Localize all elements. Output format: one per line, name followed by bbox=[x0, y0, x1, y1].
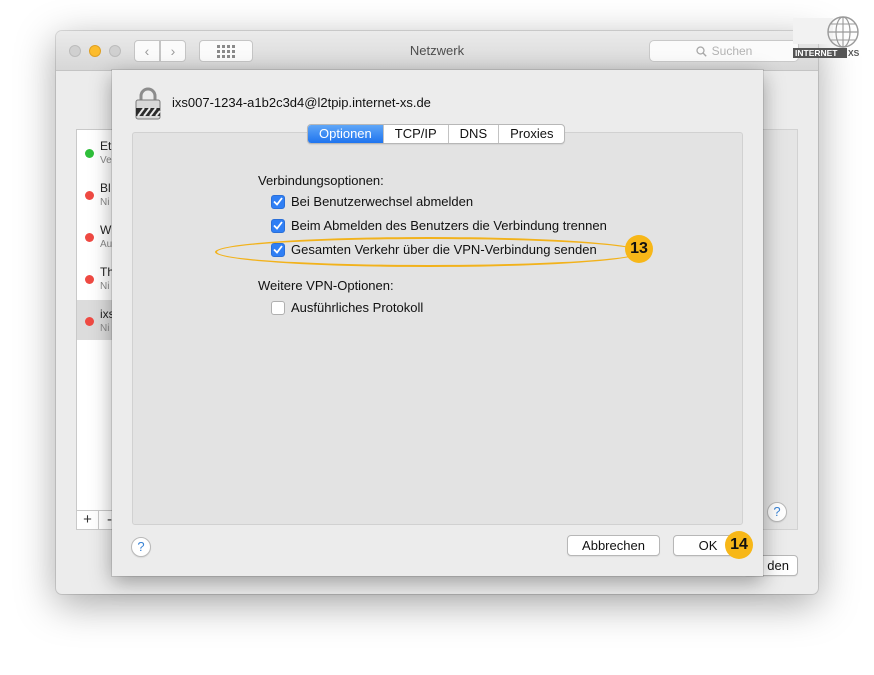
status-dot-icon bbox=[85, 233, 94, 242]
more-vpn-options-heading: Weitere VPN-Optionen: bbox=[258, 278, 394, 293]
option-label: Bei Benutzerwechsel abmelden bbox=[291, 194, 474, 209]
search-icon bbox=[695, 45, 707, 57]
vpn-options-sheet: ixs007-1234-a1b2c3d4@l2tpip.internet-xs.… bbox=[112, 70, 763, 576]
status-dot-icon bbox=[85, 191, 94, 200]
service-status: Ni bbox=[100, 323, 110, 334]
option-disconnect-on-logout[interactable]: Beim Abmelden des Benutzers die Verbindu… bbox=[271, 218, 607, 233]
status-dot-icon bbox=[85, 149, 94, 158]
service-name: Bl bbox=[100, 181, 111, 195]
service-status: Ni bbox=[100, 197, 110, 208]
checkmark-icon bbox=[273, 221, 283, 230]
tab-bar: Optionen TCP/IP DNS Proxies bbox=[307, 124, 566, 144]
status-dot-icon bbox=[85, 275, 94, 284]
help-button[interactable]: ? bbox=[131, 537, 151, 557]
connection-options-heading: Verbindungsoptionen: bbox=[258, 173, 384, 188]
cancel-button[interactable]: Abbrechen bbox=[567, 535, 660, 556]
service-name: Et bbox=[100, 139, 112, 153]
step-badge-14: 14 bbox=[725, 531, 753, 559]
svg-text:XS: XS bbox=[848, 48, 860, 58]
service-name: W bbox=[100, 223, 112, 237]
service-status: Ve bbox=[100, 155, 112, 166]
option-label: Ausführliches Protokoll bbox=[291, 300, 424, 315]
checkbox-checked[interactable] bbox=[271, 218, 285, 233]
detail-pane-edge bbox=[761, 129, 798, 530]
option-label: Beim Abmelden des Benutzers die Verbindu… bbox=[291, 218, 607, 233]
svg-text:INTERNET: INTERNET bbox=[795, 48, 838, 58]
service-status: Ni bbox=[100, 281, 110, 292]
vpn-lock-icon bbox=[135, 87, 161, 120]
add-service-button[interactable]: + bbox=[77, 511, 99, 529]
highlight-ellipse bbox=[215, 237, 642, 267]
checkmark-icon bbox=[273, 197, 283, 206]
vpn-connection-name: ixs007-1234-a1b2c3d4@l2tpip.internet-xs.… bbox=[172, 95, 431, 110]
checkbox-unchecked[interactable] bbox=[271, 300, 285, 315]
titlebar: ‹ › Netzwerk Suchen bbox=[56, 31, 818, 71]
status-dot-icon bbox=[85, 317, 94, 326]
service-status: Au bbox=[100, 239, 113, 250]
search-field[interactable]: Suchen bbox=[649, 40, 799, 62]
option-verbose-logging[interactable]: Ausführliches Protokoll bbox=[271, 300, 423, 315]
screenshot-root: ‹ › Netzwerk Suchen Et Ve Bl Ni W Au Th … bbox=[0, 0, 874, 675]
tab-options[interactable]: Optionen bbox=[308, 125, 383, 143]
help-button[interactable]: ? bbox=[767, 502, 787, 522]
tab-tcpip[interactable]: TCP/IP bbox=[382, 125, 448, 143]
tab-proxies[interactable]: Proxies bbox=[498, 125, 564, 143]
checkbox-checked[interactable] bbox=[271, 194, 285, 209]
option-logout-on-user-switch[interactable]: Bei Benutzerwechsel abmelden bbox=[271, 194, 473, 209]
step-badge-13: 13 bbox=[625, 235, 653, 263]
search-placeholder: Suchen bbox=[711, 44, 753, 58]
tab-dns[interactable]: DNS bbox=[447, 125, 498, 143]
options-panel bbox=[132, 132, 743, 525]
internet-xs-logo: INTERNET XS bbox=[793, 16, 860, 58]
